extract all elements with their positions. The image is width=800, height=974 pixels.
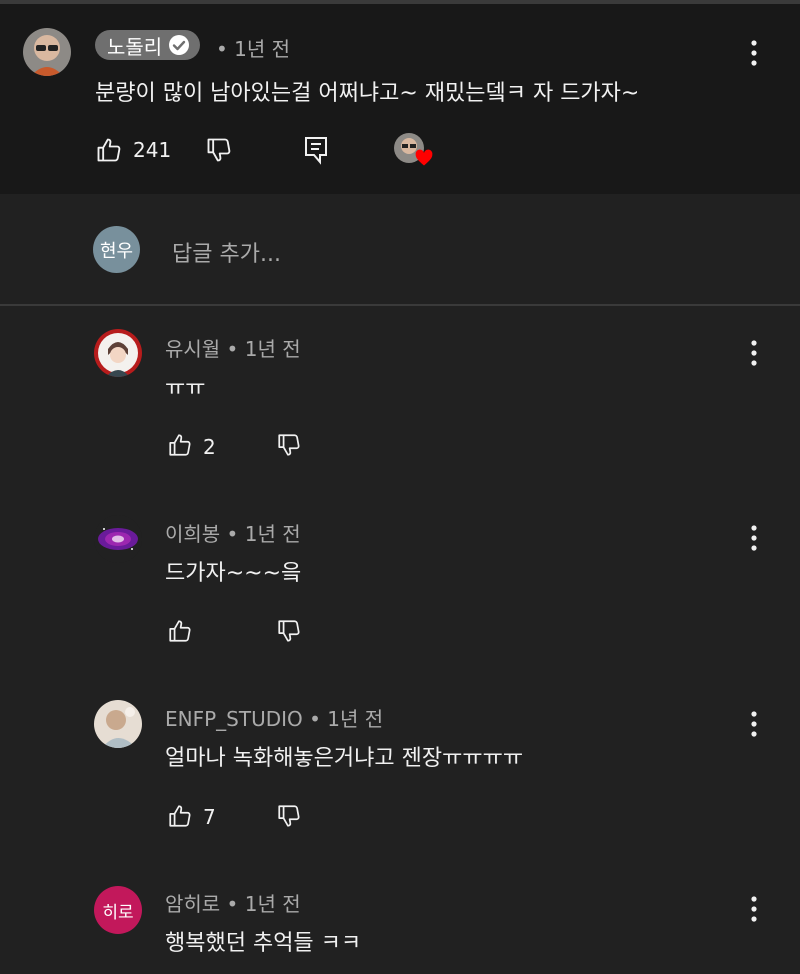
main-author-chip[interactable]: 노돌리 bbox=[95, 30, 201, 60]
main-author-name: 노돌리 bbox=[107, 34, 163, 59]
main-comment-time: • 1년 전 bbox=[216, 37, 291, 61]
reply-avatar-text: 히로 bbox=[102, 902, 134, 923]
reply-author: 이희봉 • 1년 전 bbox=[165, 518, 301, 547]
reply-avatar[interactable] bbox=[94, 700, 142, 748]
reply-author-name: 유시월 bbox=[165, 337, 221, 361]
thumbs-down-icon[interactable] bbox=[276, 803, 302, 829]
reply-text: 행복했던 추억들 ㅋㅋ bbox=[165, 931, 362, 956]
reply-avatar[interactable]: 히로 bbox=[94, 886, 142, 934]
more-vertical-icon[interactable] bbox=[742, 894, 766, 924]
thumbs-up-icon[interactable] bbox=[167, 803, 193, 829]
reply-text: ㅠㅠ bbox=[165, 376, 206, 401]
reply-divider bbox=[0, 304, 800, 306]
more-vertical-icon[interactable] bbox=[742, 709, 766, 739]
thumbs-up-icon[interactable] bbox=[167, 432, 193, 458]
reply-avatar[interactable] bbox=[94, 515, 142, 563]
thumbs-up-icon[interactable] bbox=[95, 136, 123, 164]
more-vertical-icon[interactable] bbox=[742, 523, 766, 553]
reply-author-name: 암히로 bbox=[165, 892, 221, 916]
reply-input[interactable]: 답글 추가... bbox=[172, 236, 281, 268]
reply-author: 유시월 • 1년 전 bbox=[165, 333, 301, 362]
reply-author-name: ENFP_STUDIO bbox=[165, 707, 303, 731]
reply-time: • 1년 전 bbox=[220, 892, 301, 916]
thumbs-up-icon[interactable] bbox=[167, 618, 193, 644]
creator-heart-icon bbox=[414, 148, 434, 168]
reply-time: • 1년 전 bbox=[220, 337, 301, 361]
more-vertical-icon[interactable] bbox=[742, 338, 766, 368]
reply-time: • 1년 전 bbox=[220, 522, 301, 546]
thumbs-down-icon[interactable] bbox=[205, 136, 233, 164]
reply-author: ENFP_STUDIO • 1년 전 bbox=[165, 703, 383, 732]
reply-text: 드가자~~~읔 bbox=[165, 561, 302, 586]
main-like-count: 241 bbox=[133, 138, 172, 162]
current-user-avatar: 현우 bbox=[93, 226, 140, 273]
verified-check-icon bbox=[168, 34, 190, 56]
reply-author: 암히로 • 1년 전 bbox=[165, 888, 301, 917]
more-vertical-icon[interactable] bbox=[742, 38, 766, 68]
main-author-avatar[interactable] bbox=[23, 28, 71, 76]
reply-author-name: 이희봉 bbox=[165, 522, 221, 546]
main-comment-text: 분량이 많이 남아있는걸 어쩌냐고~ 재밌는뎈ㅋ 자 드가자~ bbox=[95, 81, 640, 106]
thumbs-down-icon[interactable] bbox=[276, 618, 302, 644]
reply-text: 얼마나 녹화해놓은거냐고 젠장ㅠㅠㅠㅠ bbox=[165, 746, 524, 771]
thumbs-down-icon[interactable] bbox=[276, 432, 302, 458]
reply-icon[interactable] bbox=[302, 135, 330, 165]
reply-avatar[interactable] bbox=[94, 329, 142, 377]
reply-like-count: 2 bbox=[203, 435, 216, 459]
current-user-avatar-text: 현우 bbox=[99, 240, 134, 262]
reply-like-count: 7 bbox=[203, 805, 216, 829]
reply-time: • 1년 전 bbox=[302, 707, 384, 731]
